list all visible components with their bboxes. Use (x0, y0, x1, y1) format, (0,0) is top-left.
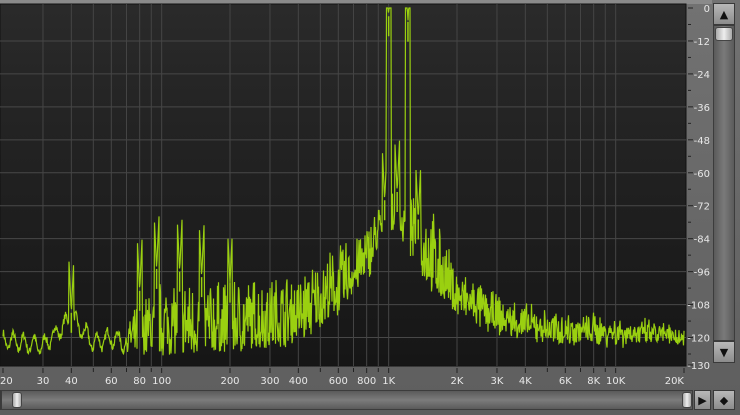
x-tick-label: 20 (0, 376, 13, 387)
x-tick-label: 10K (606, 376, 626, 387)
x-tick-label: 30 (37, 376, 50, 387)
arrow-right-icon: ▶ (698, 393, 707, 407)
arrow-up-icon: ▲ (719, 7, 729, 21)
x-tick-label: 60 (105, 376, 118, 387)
x-tick-label: 80 (133, 376, 146, 387)
x-tick-label: 40 (65, 376, 78, 387)
y-tick-label: -12 (694, 37, 710, 48)
scroll-up-button[interactable]: ▲ (713, 3, 735, 25)
x-tick-label: 4K (519, 376, 532, 387)
x-tick-label: 20K (665, 376, 685, 387)
arrow-down-icon: ▼ (719, 345, 729, 359)
y-tick-label: -24 (694, 70, 710, 81)
x-tick-label: 2K (451, 376, 464, 387)
horizontal-scrollbar[interactable] (1, 390, 693, 410)
zoom-reset-button[interactable]: ◆ (713, 390, 735, 410)
y-tick-label: -120 (687, 334, 710, 345)
x-tick-label: 3K (491, 376, 504, 387)
x-tick-label: 1K (382, 376, 395, 387)
y-tick-label: -84 (694, 235, 710, 246)
y-tick-label: -60 (694, 169, 710, 180)
x-tick-label: 400 (289, 376, 308, 387)
spectrum-chart: 0 -12 -24 -36 -48 -60 -72 -84 -96 -108 -120 -130 20 3… (0, 3, 710, 387)
x-tick-label: 600 (329, 376, 348, 387)
x-tick-label: 8K (587, 376, 600, 387)
horizontal-scroll-thumb-left[interactable] (12, 392, 22, 408)
scroll-down-button[interactable]: ▼ (713, 341, 735, 363)
diamond-icon: ◆ (719, 393, 729, 407)
x-tick-label: 300 (260, 376, 279, 387)
plot-background (0, 3, 687, 367)
y-tick-label: -36 (694, 103, 710, 114)
vertical-scroll-thumb[interactable] (715, 27, 733, 41)
vertical-scrollbar[interactable] (713, 25, 735, 341)
y-tick-label: -96 (694, 268, 710, 279)
scroll-right-button[interactable]: ▶ (694, 390, 711, 410)
y-tick-label: -130 (687, 361, 710, 372)
x-tick-label: 100 (152, 376, 171, 387)
y-tick-label: 0 (704, 4, 710, 15)
x-tick-label: 200 (220, 376, 239, 387)
x-tick-label: 800 (357, 376, 376, 387)
x-tick-label: 6K (559, 376, 572, 387)
horizontal-scroll-thumb-right[interactable] (682, 392, 692, 408)
y-tick-label: -48 (694, 136, 710, 147)
y-tick-label: -72 (694, 202, 710, 213)
y-tick-label: -108 (687, 301, 710, 312)
